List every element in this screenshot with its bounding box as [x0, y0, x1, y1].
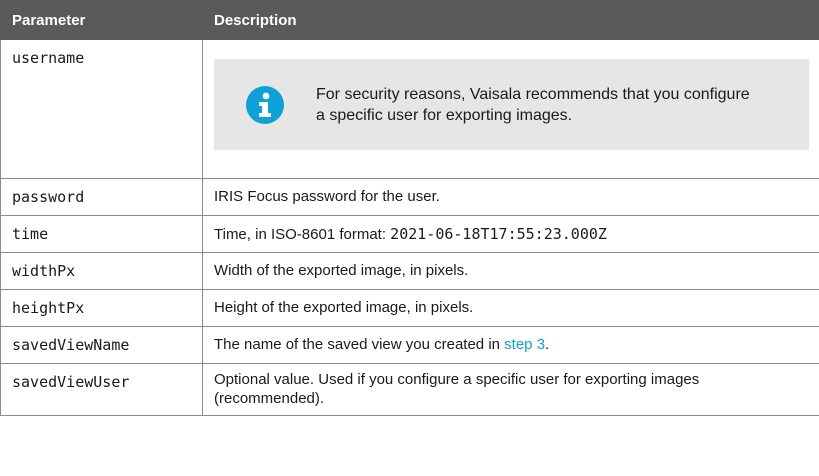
param-name-time: time [12, 225, 49, 243]
param-name-savedviewname: savedViewName [12, 336, 130, 354]
description-cell: IRIS Focus password for the user. [202, 178, 819, 216]
description-cell: Width of the exported image, in pixels. [202, 252, 819, 290]
param-cell: password [0, 178, 203, 216]
description-cell: For security reasons, Vaisala recommends… [202, 39, 819, 179]
table-row: heightPx Height of the exported image, i… [0, 289, 819, 327]
table-row: username For security reasons, Vaisala r… [0, 39, 819, 179]
header-description: Description [202, 0, 819, 40]
table-row: widthPx Width of the exported image, in … [0, 252, 819, 290]
time-example: 2021-06-18T17:55:23.000Z [390, 225, 607, 243]
info-note-text: For security reasons, Vaisala recommends… [316, 85, 750, 124]
param-name-savedviewuser: savedViewUser [12, 373, 130, 391]
description-cell: Height of the exported image, in pixels. [202, 289, 819, 327]
param-cell: widthPx [0, 252, 203, 290]
table-row: savedViewUser Optional value. Used if yo… [0, 363, 819, 416]
savedviewuser-description: Optional value. Used if you configure a … [214, 371, 700, 407]
info-icon [246, 85, 284, 124]
param-name-heightpx: heightPx [12, 299, 85, 317]
description-cell: Optional value. Used if you configure a … [202, 363, 819, 416]
description-cell: Time, in ISO-8601 format: 2021-06-18T17:… [202, 215, 819, 253]
param-name-widthpx: widthPx [12, 262, 76, 280]
param-cell: savedViewUser [0, 363, 203, 416]
param-cell: heightPx [0, 289, 203, 327]
parameter-table: Parameter Description username For secur… [0, 0, 819, 416]
step-3-link[interactable]: step 3 [504, 336, 545, 353]
table-row: time Time, in ISO-8601 format: 2021-06-1… [0, 215, 819, 253]
table-row: savedViewName The name of the saved view… [0, 326, 819, 364]
param-name-password: password [12, 188, 85, 206]
savedviewname-description: The name of the saved view you created i… [214, 336, 505, 353]
param-cell: time [0, 215, 203, 253]
table-row: password IRIS Focus password for the use… [0, 178, 819, 216]
savedviewname-description-end: . [545, 336, 550, 353]
table-header-row: Parameter Description [0, 0, 819, 40]
description-cell: The name of the saved view you created i… [202, 326, 819, 364]
param-cell: username [0, 39, 203, 179]
header-parameter: Parameter [0, 0, 203, 40]
info-note: For security reasons, Vaisala recommends… [214, 59, 809, 150]
time-description: Time, in ISO-8601 format: [214, 226, 391, 243]
param-cell: savedViewName [0, 326, 203, 364]
param-name-username: username [12, 49, 85, 67]
